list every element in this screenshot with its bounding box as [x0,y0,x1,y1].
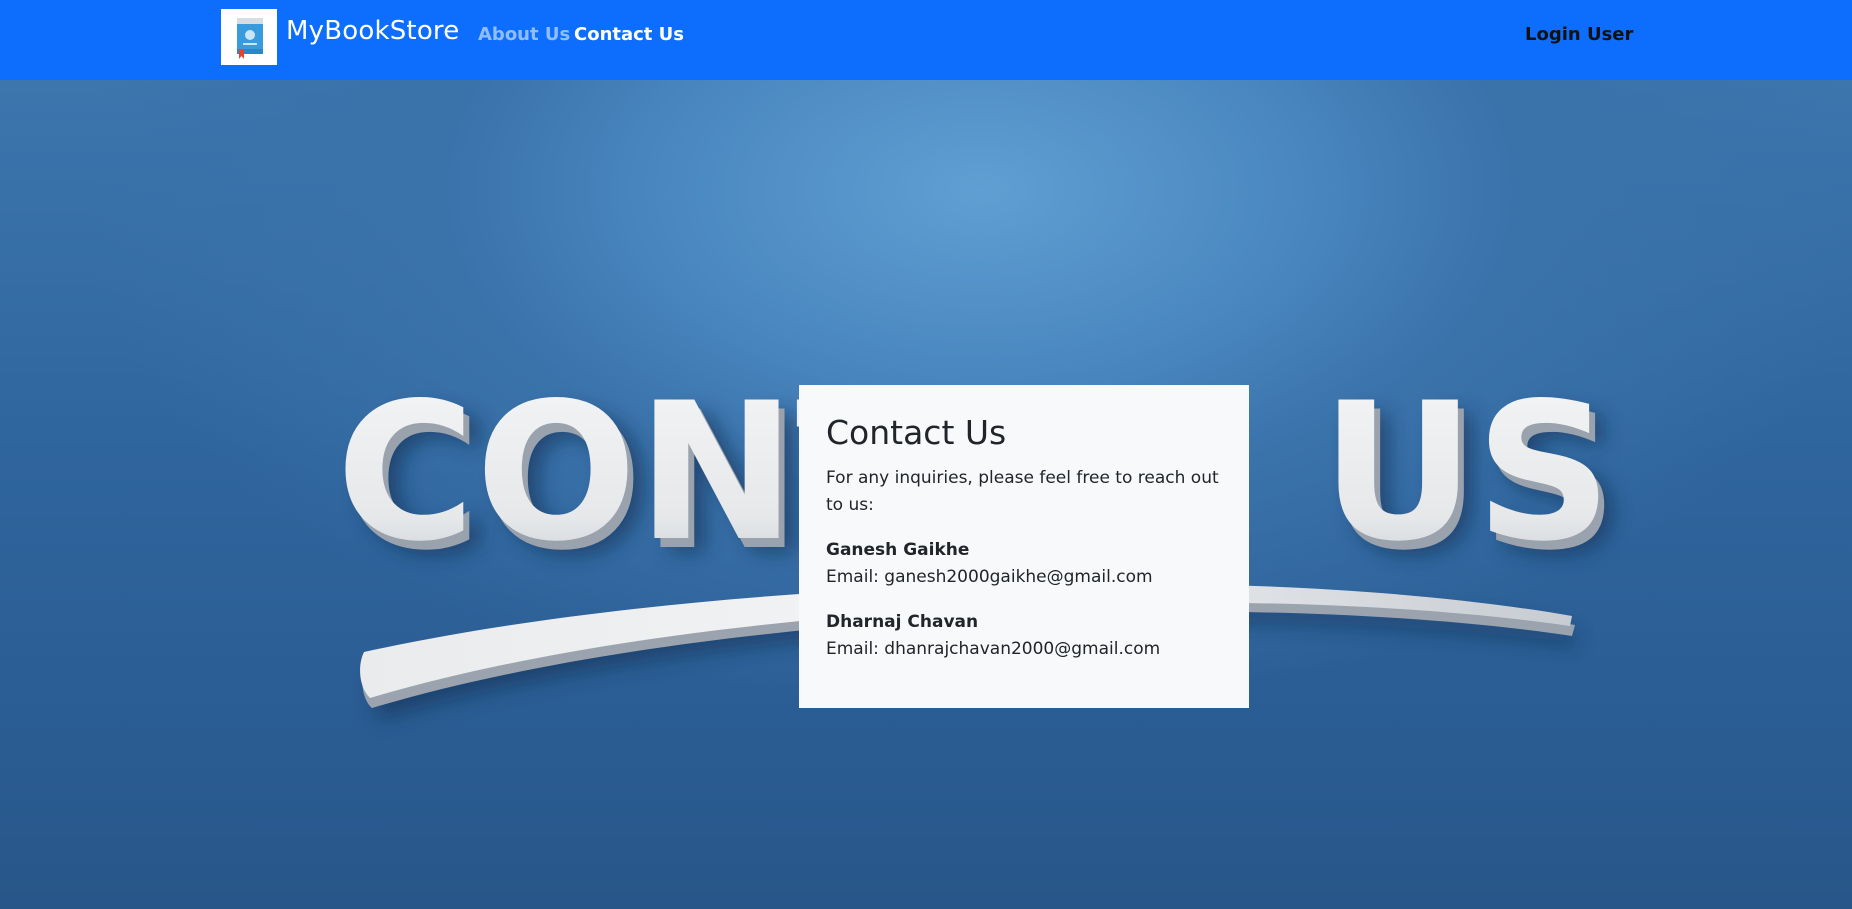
contact-person: Ganesh Gaikhe Email: ganesh2000gaikhe@gm… [826,537,1222,591]
contact-email: Email: ganesh2000gaikhe@gmail.com [826,566,1153,587]
contact-card: Contact Us For any inquiries, please fee… [799,385,1249,708]
contact-name: Ganesh Gaikhe [826,539,970,560]
navbar: MyBookStore About Us Contact Us Login Us… [0,0,1852,80]
contact-person: Dharnaj Chavan Email: dhanrajchavan2000@… [826,609,1222,663]
nav-about-us[interactable]: About Us [478,24,570,45]
nav-contact-us[interactable]: Contact Us [574,24,684,45]
svg-text:US: US [1321,362,1612,583]
contact-email: Email: dhanrajchavan2000@gmail.com [826,638,1161,659]
contact-name: Dharnaj Chavan [826,611,979,632]
contact-intro: For any inquiries, please feel free to r… [826,467,1219,515]
brand-name[interactable]: MyBookStore [286,16,459,46]
login-user-link[interactable]: Login User [1525,24,1633,45]
contact-title: Contact Us [826,413,1007,452]
book-icon[interactable] [221,9,277,65]
